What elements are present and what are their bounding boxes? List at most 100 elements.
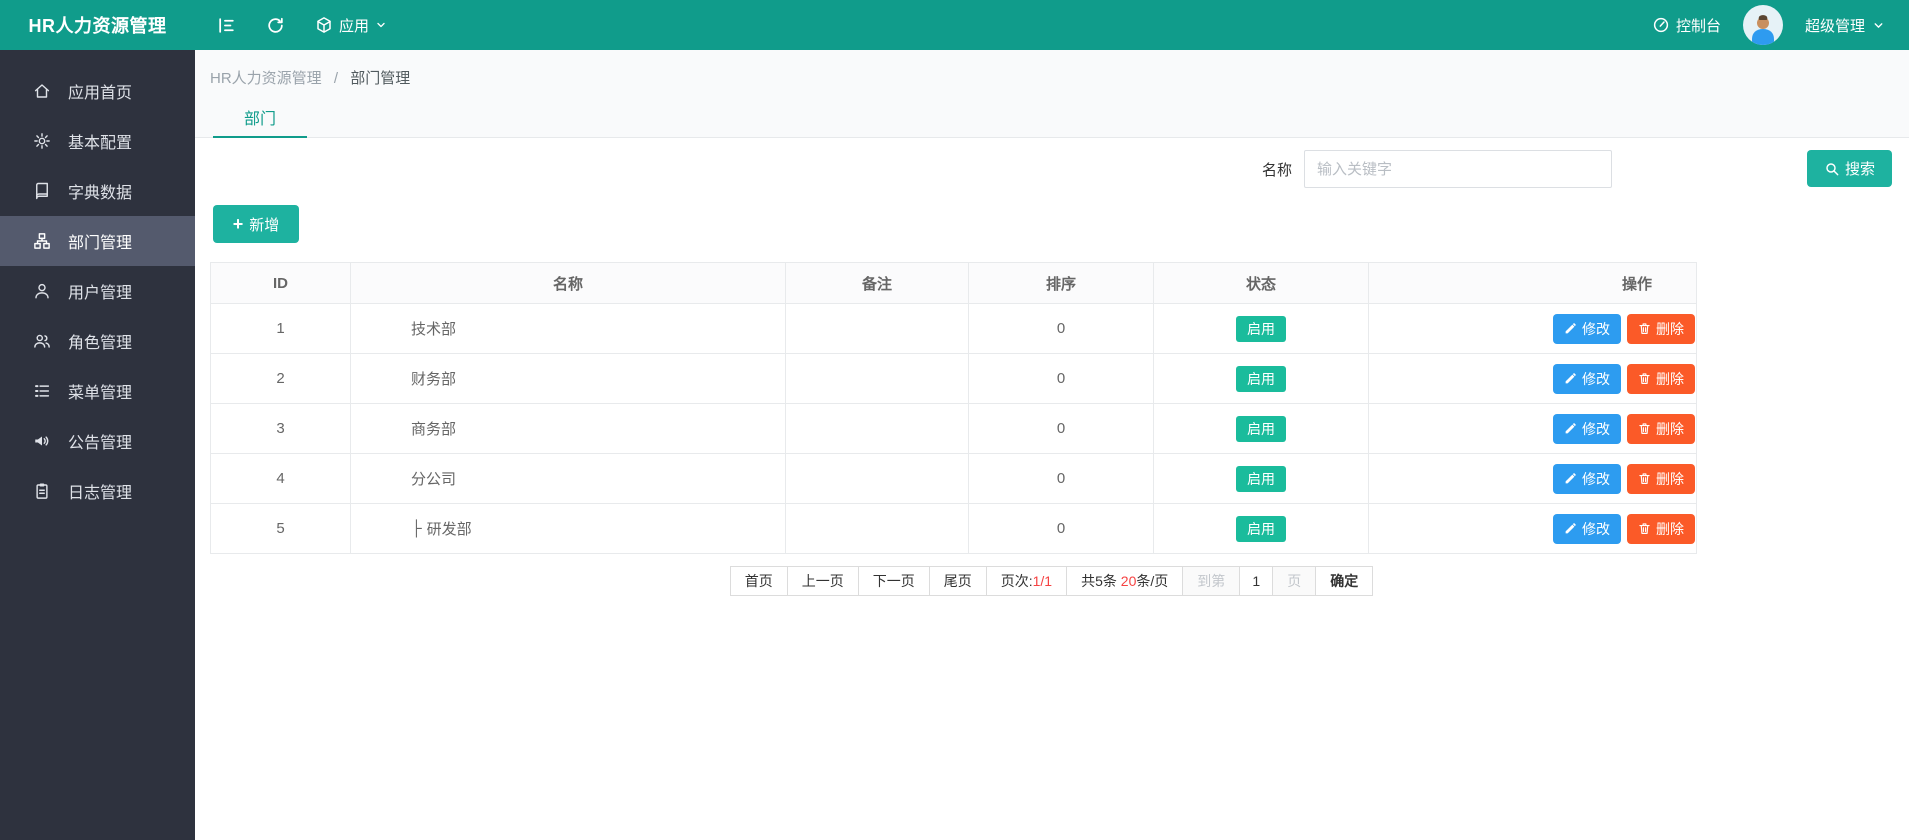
pager-first[interactable]: 首页 — [729, 566, 788, 596]
cell-name: 分公司 — [351, 454, 786, 503]
department-table: ID 名称 备注 排序 状态 操作 1 技术部 0 启用 修改 删除 2 财务部 0 启用 修改 删除 3 商务部 0… — [210, 262, 1697, 554]
pager-goto-input[interactable] — [1239, 566, 1274, 596]
table-body: 1 技术部 0 启用 修改 删除 2 财务部 0 启用 修改 删除 3 商务部 0 启用 修改 删除 4 分公司 0 启用… — [211, 304, 1696, 554]
cell-name: ├ 研发部 — [351, 504, 786, 553]
edit-button[interactable]: 修改 — [1553, 413, 1621, 444]
trash-icon — [1638, 472, 1651, 485]
sidebar-item-label: 字典数据 — [68, 185, 133, 202]
book-icon — [33, 182, 51, 200]
column-header: ID — [211, 263, 351, 303]
cell-status: 启用 — [1154, 354, 1369, 403]
delete-button[interactable]: 删除 — [1627, 513, 1695, 544]
status-badge[interactable]: 启用 — [1236, 515, 1286, 542]
pagination: 首页 上一页 下一页 尾页 页次:1/1 共5条 20条/页 到第 页 确定 — [195, 566, 1909, 596]
pencil-icon — [1564, 472, 1577, 485]
delete-button[interactable]: 删除 — [1627, 363, 1695, 394]
edit-button[interactable]: 修改 — [1553, 513, 1621, 544]
pencil-icon — [1564, 422, 1577, 435]
cell-sort: 0 — [969, 454, 1154, 503]
department-name: 研发部 — [426, 521, 472, 538]
pager-page-suffix: 页 — [1272, 566, 1317, 596]
pager-goto-label: 到第 — [1182, 566, 1241, 596]
user-name: 超级管理 — [1804, 17, 1865, 35]
column-header: 排序 — [969, 263, 1154, 303]
department-name: 财务部 — [411, 371, 457, 388]
main-content: HR人力资源管理 / 部门管理 部门 名称 搜索 + 新增 ID名称备注排序状态… — [195, 50, 1909, 840]
cell-id: 5 — [211, 504, 351, 553]
breadcrumb: HR人力资源管理 / 部门管理 — [210, 67, 410, 88]
cell-status: 启用 — [1154, 304, 1369, 353]
pencil-icon — [1564, 322, 1577, 335]
sidebar-item-label: 角色管理 — [68, 335, 133, 352]
column-header: 备注 — [786, 263, 969, 303]
avatar[interactable] — [1742, 5, 1783, 45]
delete-button[interactable]: 删除 — [1627, 413, 1695, 444]
pencil-icon — [1564, 372, 1577, 385]
user-menu[interactable]: 超级管理 — [1805, 15, 1885, 36]
tab-department[interactable]: 部门 — [213, 104, 307, 138]
sidebar-item-list[interactable]: 菜单管理 — [0, 366, 195, 416]
status-badge[interactable]: 启用 — [1236, 315, 1286, 342]
cell-remark — [786, 504, 969, 553]
cell-actions: 修改 删除 — [1369, 504, 1696, 553]
cell-status: 启用 — [1154, 404, 1369, 453]
breadcrumb-root[interactable]: HR人力资源管理 — [210, 70, 322, 87]
plus-icon: + — [232, 214, 244, 234]
sidebar-item-label: 日志管理 — [68, 485, 133, 502]
gear-icon — [33, 132, 51, 150]
edit-button[interactable]: 修改 — [1553, 313, 1621, 344]
edit-button[interactable]: 修改 — [1553, 363, 1621, 394]
sidebar-item-label: 部门管理 — [68, 235, 133, 252]
table-row: 3 商务部 0 启用 修改 删除 — [211, 404, 1696, 454]
pager-prev[interactable]: 上一页 — [786, 566, 859, 596]
status-badge[interactable]: 启用 — [1236, 465, 1286, 492]
console-link[interactable]: 控制台 — [1652, 15, 1721, 36]
sidebar-item-gear[interactable]: 基本配置 — [0, 116, 195, 166]
delete-button[interactable]: 删除 — [1627, 313, 1695, 344]
pager-total-info: 共5条 20 条/页 — [1066, 566, 1184, 596]
refresh-icon[interactable] — [266, 16, 285, 35]
breadcrumb-current: 部门管理 — [350, 70, 411, 87]
sidebar-item-clipboard[interactable]: 日志管理 — [0, 466, 195, 516]
search-button[interactable]: 搜索 — [1807, 150, 1892, 187]
trash-icon — [1638, 372, 1651, 385]
cell-id: 3 — [211, 404, 351, 453]
cell-name: 财务部 — [351, 354, 786, 403]
keyword-input[interactable] — [1304, 150, 1612, 188]
cell-id: 4 — [211, 454, 351, 503]
users-icon — [33, 332, 51, 350]
pencil-icon — [1564, 522, 1577, 535]
delete-button[interactable]: 删除 — [1627, 463, 1695, 494]
sidebar-item-home[interactable]: 应用首页 — [0, 66, 195, 116]
app-menu[interactable]: 应用 — [315, 15, 387, 36]
pager-next[interactable]: 下一页 — [857, 566, 930, 596]
sidebar-item-users[interactable]: 角色管理 — [0, 316, 195, 366]
sidebar-item-label: 菜单管理 — [68, 385, 133, 402]
pager-last[interactable]: 尾页 — [928, 566, 987, 596]
list-icon — [33, 382, 51, 400]
column-header: 状态 — [1154, 263, 1369, 303]
status-badge[interactable]: 启用 — [1236, 365, 1286, 392]
sidebar-item-book[interactable]: 字典数据 — [0, 166, 195, 216]
sidebar-item-sitemap[interactable]: 部门管理 — [0, 216, 195, 266]
console-icon — [1653, 17, 1669, 33]
sidebar-item-speaker[interactable]: 公告管理 — [0, 416, 195, 466]
sidebar-item-user[interactable]: 用户管理 — [0, 266, 195, 316]
home-icon — [33, 82, 51, 100]
trash-icon — [1638, 322, 1651, 335]
topbar: HR人力资源管理 应用 控制台 超级管理 — [0, 0, 1909, 50]
cell-sort: 0 — [969, 404, 1154, 453]
filter-group: 名称 — [1262, 150, 1612, 188]
sidebar: 应用首页 基本配置字典数据部门管理用户管理角色管理菜单管理公告管理日志管理 — [0, 50, 195, 840]
sidebar-item-label: 公告管理 — [68, 435, 133, 452]
sitemap-icon — [33, 232, 51, 250]
cell-status: 启用 — [1154, 504, 1369, 553]
edit-button[interactable]: 修改 — [1553, 463, 1621, 494]
status-badge[interactable]: 启用 — [1236, 415, 1286, 442]
pager-confirm-button[interactable]: 确定 — [1315, 566, 1374, 596]
add-button[interactable]: + 新增 — [213, 205, 299, 243]
chevron-down-icon — [377, 22, 385, 28]
menu-fold-icon[interactable] — [217, 16, 236, 35]
cell-name: 商务部 — [351, 404, 786, 453]
cell-status: 启用 — [1154, 454, 1369, 503]
